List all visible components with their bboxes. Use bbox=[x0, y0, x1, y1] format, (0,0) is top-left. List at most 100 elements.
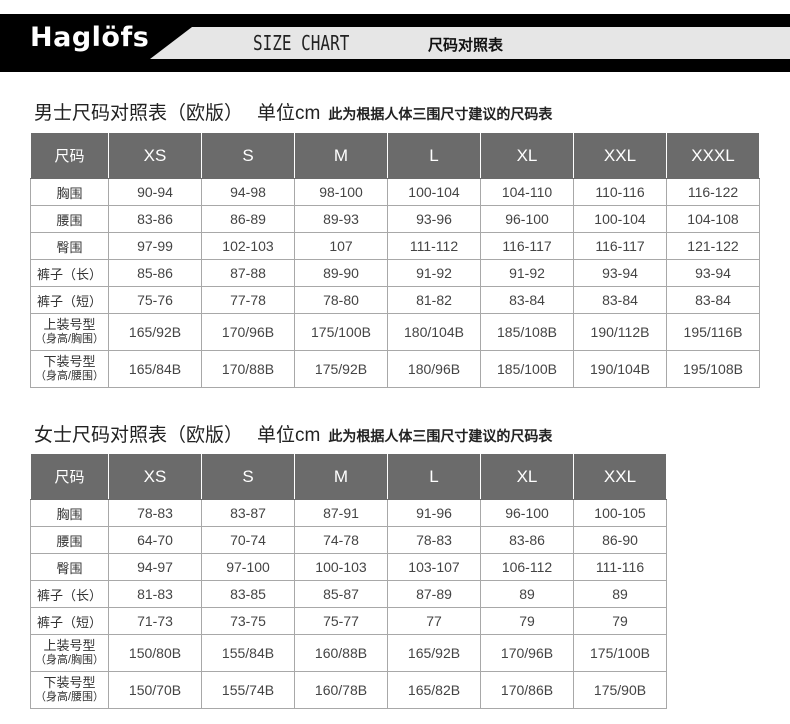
table-cell: 70-74 bbox=[201, 526, 295, 554]
column-header: S bbox=[201, 132, 295, 179]
table-cell: 104-110 bbox=[480, 178, 574, 206]
men-size-table: 尺码 XS S M L XL XXL XXXL 胸围 90-94 94-98 98-100 100-10… bbox=[30, 132, 760, 388]
table-cell: 78-83 bbox=[387, 526, 481, 554]
table-cell: 81-82 bbox=[387, 286, 481, 314]
column-header: XS bbox=[108, 453, 202, 500]
table-row: 裤子（长） 85-86 87-88 89-90 91-92 91-92 93-94 93-94 bbox=[30, 259, 760, 287]
table-cell: 160/88B bbox=[294, 634, 388, 672]
table-cell: 73-75 bbox=[201, 607, 295, 635]
row-label: 腰围 bbox=[30, 526, 109, 554]
column-header: 尺码 bbox=[30, 453, 109, 500]
table-cell: 86-89 bbox=[201, 205, 295, 233]
table-cell: 165/82B bbox=[387, 671, 481, 709]
men-unit: 单位cm bbox=[257, 103, 321, 124]
row-label-sub: （身高/腰围） bbox=[34, 691, 105, 703]
men-note: 此为根据人体三围尺寸建议的尺码表 bbox=[328, 106, 553, 122]
table-cell: 103-107 bbox=[387, 553, 481, 581]
row-label: 臀围 bbox=[30, 553, 109, 581]
table-cell: 98-100 bbox=[294, 178, 388, 206]
size-chart-cn-heading: 尺码对照表 bbox=[428, 37, 504, 54]
table-cell: 111-116 bbox=[573, 553, 667, 581]
table-cell: 195/116B bbox=[666, 313, 760, 351]
women-note: 此为根据人体三围尺寸建议的尺码表 bbox=[328, 428, 553, 444]
table-row: 腰围 83-86 86-89 89-93 93-96 96-100 100-104 104-1… bbox=[30, 205, 760, 233]
table-cell: 107 bbox=[294, 232, 388, 260]
table-cell: 155/74B bbox=[201, 671, 295, 709]
table-cell: 83-86 bbox=[480, 526, 574, 554]
table-cell: 71-73 bbox=[108, 607, 202, 635]
row-label: 臀围 bbox=[30, 232, 109, 260]
table-cell: 116-117 bbox=[573, 232, 667, 260]
table-cell: 89-93 bbox=[294, 205, 388, 233]
column-header: L bbox=[387, 453, 481, 500]
table-cell: 116-122 bbox=[666, 178, 760, 206]
row-label-main: 下装号型 bbox=[43, 354, 96, 369]
women-unit: 单位cm bbox=[257, 425, 321, 446]
row-label: 裤子（短） bbox=[30, 607, 109, 635]
table-cell: 100-104 bbox=[387, 178, 481, 206]
column-header: L bbox=[387, 132, 481, 179]
table-cell: 83-84 bbox=[573, 286, 667, 314]
table-row: 臀围 94-97 97-100 100-103 103-107 106-112 111-11… bbox=[30, 553, 667, 581]
women-title: 女士尺码对照表（欧版） bbox=[34, 425, 244, 446]
women-table-title: 女士尺码对照表（欧版） 单位cm 此为根据人体三围尺寸建议的尺码表 bbox=[34, 420, 552, 447]
table-cell: 78-83 bbox=[108, 499, 202, 527]
table-row: 裤子（长） 81-83 83-85 85-87 87-89 89 89 bbox=[30, 580, 667, 608]
table-row: 裤子（短） 75-76 77-78 78-80 81-82 83-84 83-84 83-84 bbox=[30, 286, 760, 314]
row-label-main: 下装号型 bbox=[43, 675, 96, 690]
table-cell: 185/100B bbox=[480, 350, 574, 388]
row-label: 下装号型 （身高/腰围） bbox=[30, 671, 109, 709]
table-cell: 85-86 bbox=[108, 259, 202, 287]
table-cell: 79 bbox=[573, 607, 667, 635]
table-cell: 190/104B bbox=[573, 350, 667, 388]
table-cell: 170/96B bbox=[201, 313, 295, 351]
table-cell: 180/96B bbox=[387, 350, 481, 388]
table-cell: 170/96B bbox=[480, 634, 574, 672]
column-header: XXL bbox=[573, 132, 667, 179]
table-cell: 83-84 bbox=[480, 286, 574, 314]
row-label-main: 上装号型 bbox=[43, 317, 96, 332]
column-header: XL bbox=[480, 132, 574, 179]
table-row: 下装号型 （身高/腰围） 165/84B 170/88B 175/92B 180/96B 1… bbox=[30, 350, 760, 388]
table-cell: 100-104 bbox=[573, 205, 667, 233]
men-title: 男士尺码对照表（欧版） bbox=[34, 103, 244, 124]
table-cell: 100-103 bbox=[294, 553, 388, 581]
table-cell: 87-91 bbox=[294, 499, 388, 527]
table-cell: 86-90 bbox=[573, 526, 667, 554]
row-label-main: 上装号型 bbox=[43, 638, 96, 653]
table-cell: 175/92B bbox=[294, 350, 388, 388]
column-header: XXL bbox=[573, 453, 667, 500]
size-chart-heading: SIZE CHART bbox=[253, 31, 350, 55]
women-size-table: 尺码 XS S M L XL XXL 胸围 78-83 83-87 87-91 91-96 96-100… bbox=[30, 453, 667, 709]
row-label: 上装号型 （身高/胸围） bbox=[30, 634, 109, 672]
table-cell: 78-80 bbox=[294, 286, 388, 314]
men-table-title: 男士尺码对照表（欧版） 单位cm 此为根据人体三围尺寸建议的尺码表 bbox=[34, 98, 552, 125]
table-cell: 87-89 bbox=[387, 580, 481, 608]
row-label: 裤子（长） bbox=[30, 580, 109, 608]
table-row: 裤子（短） 71-73 73-75 75-77 77 79 79 bbox=[30, 607, 667, 635]
table-cell: 74-78 bbox=[294, 526, 388, 554]
table-cell: 85-87 bbox=[294, 580, 388, 608]
table-cell: 185/108B bbox=[480, 313, 574, 351]
column-header: M bbox=[294, 132, 388, 179]
table-cell: 79 bbox=[480, 607, 574, 635]
table-cell: 97-100 bbox=[201, 553, 295, 581]
table-cell: 89 bbox=[573, 580, 667, 608]
row-label: 裤子（长） bbox=[30, 259, 109, 287]
table-cell: 170/88B bbox=[201, 350, 295, 388]
table-cell: 77-78 bbox=[201, 286, 295, 314]
table-cell: 94-97 bbox=[108, 553, 202, 581]
table-cell: 75-77 bbox=[294, 607, 388, 635]
column-header: 尺码 bbox=[30, 132, 109, 179]
table-cell: 91-92 bbox=[480, 259, 574, 287]
table-cell: 83-87 bbox=[201, 499, 295, 527]
brand-logo: Haglöfs bbox=[30, 22, 150, 53]
header-row: 尺码 XS S M L XL XXL XXXL bbox=[30, 132, 760, 179]
table-row: 下装号型 （身高/腰围） 150/70B 155/74B 160/78B 165/82B 1… bbox=[30, 671, 667, 709]
table-cell: 91-96 bbox=[387, 499, 481, 527]
table-cell: 155/84B bbox=[201, 634, 295, 672]
row-label: 上装号型 （身高/胸围） bbox=[30, 313, 109, 351]
table-cell: 165/84B bbox=[108, 350, 202, 388]
table-cell: 121-122 bbox=[666, 232, 760, 260]
table-cell: 106-112 bbox=[480, 553, 574, 581]
